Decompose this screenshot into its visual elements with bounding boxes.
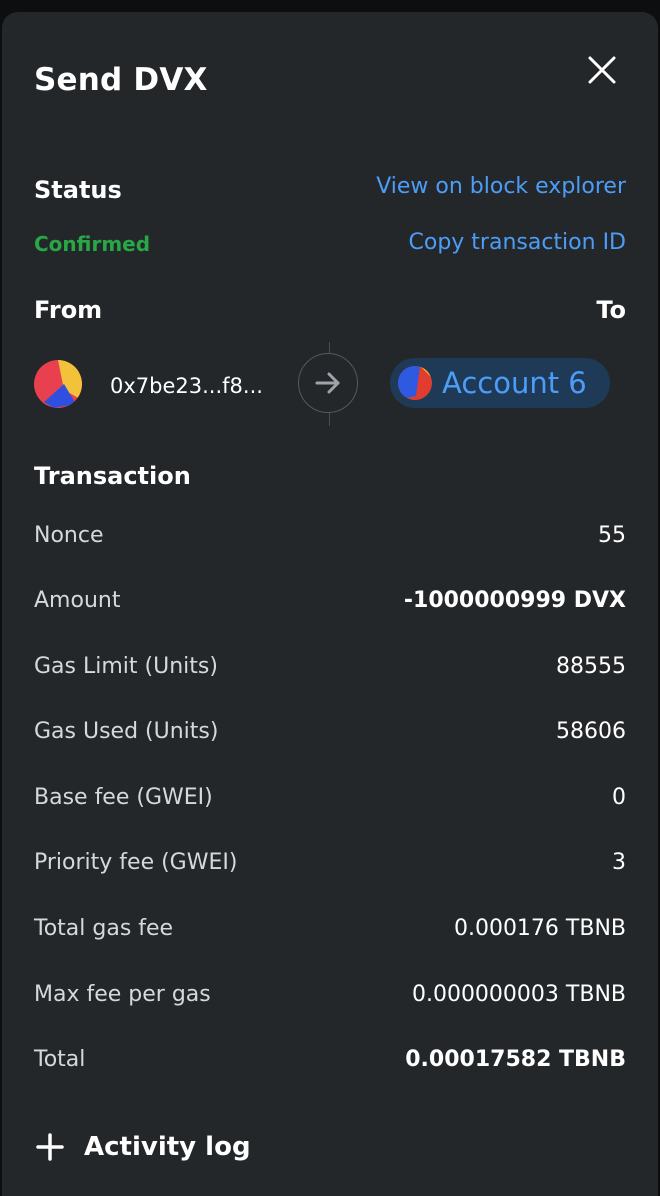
activity-log-label: Activity log bbox=[84, 1132, 251, 1162]
amount-label: Amount bbox=[34, 588, 121, 613]
close-icon bbox=[588, 56, 616, 84]
view-on-block-explorer-link[interactable]: View on block explorer bbox=[376, 174, 626, 199]
priority-fee-label: Priority fee (GWEI) bbox=[34, 850, 238, 875]
transaction-details-panel: Send DVX Status View on block explorer C… bbox=[2, 12, 658, 1196]
gas-limit-label: Gas Limit (Units) bbox=[34, 654, 218, 679]
to-account-pill[interactable]: Account 6 bbox=[390, 358, 610, 408]
arrow-right-icon bbox=[315, 372, 340, 394]
from-address[interactable]: 0x7be23...f8... bbox=[110, 374, 263, 398]
gas-used-label: Gas Used (Units) bbox=[34, 719, 219, 744]
from-avatar bbox=[34, 360, 82, 408]
activity-log-toggle[interactable]: Activity log bbox=[36, 1132, 251, 1162]
max-fee-per-gas-label: Max fee per gas bbox=[34, 982, 211, 1007]
base-fee-label: Base fee (GWEI) bbox=[34, 785, 213, 810]
gas-used-value: 58606 bbox=[556, 719, 626, 744]
total-gas-fee-value: 0.000176 TBNB bbox=[453, 916, 626, 941]
arrow-badge bbox=[298, 353, 358, 413]
gas-limit-value: 88555 bbox=[556, 654, 626, 679]
copy-transaction-id-link[interactable]: Copy transaction ID bbox=[409, 230, 627, 255]
to-label: To bbox=[596, 296, 626, 324]
close-button[interactable] bbox=[584, 52, 620, 88]
status-badge: Confirmed bbox=[34, 232, 151, 256]
status-heading: Status bbox=[34, 176, 122, 204]
amount-value: -1000000999 DVX bbox=[403, 588, 626, 613]
priority-fee-value: 3 bbox=[612, 850, 626, 875]
total-gas-fee-label: Total gas fee bbox=[34, 916, 174, 941]
page-title: Send DVX bbox=[34, 62, 208, 98]
total-label: Total bbox=[34, 1047, 86, 1072]
nonce-label: Nonce bbox=[34, 523, 104, 548]
from-label: From bbox=[34, 296, 103, 324]
transaction-heading: Transaction bbox=[34, 462, 191, 490]
base-fee-value: 0 bbox=[612, 785, 626, 810]
plus-icon bbox=[36, 1133, 64, 1161]
to-avatar bbox=[398, 366, 432, 400]
max-fee-per-gas-value: 0.000000003 TBNB bbox=[411, 982, 626, 1007]
nonce-value: 55 bbox=[598, 523, 626, 548]
total-value: 0.00017582 TBNB bbox=[405, 1047, 626, 1072]
to-account-name: Account 6 bbox=[442, 366, 587, 400]
